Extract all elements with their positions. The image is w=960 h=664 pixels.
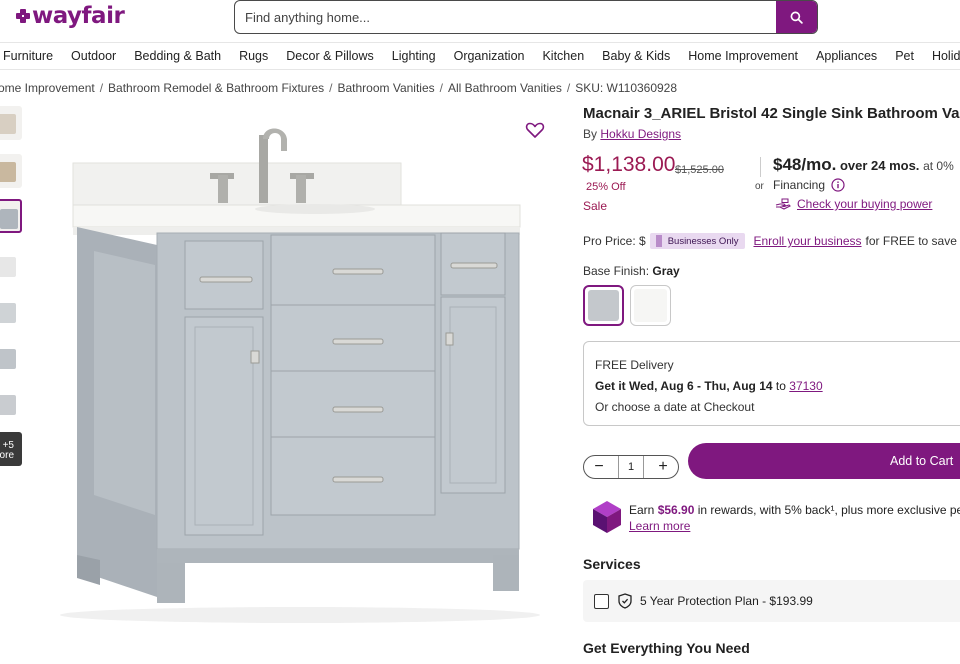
monthly-term: over 24 mos. bbox=[839, 158, 920, 173]
nav-item-baby-kids[interactable]: Baby & Kids bbox=[602, 49, 670, 63]
learn-more-link[interactable]: Learn more bbox=[629, 519, 690, 533]
services-heading: Services bbox=[583, 556, 641, 572]
rewards-rest: in rewards, with 5% back¹, plus more exc… bbox=[697, 503, 960, 517]
protection-plan-label: 5 Year Protection Plan - $193.99 bbox=[640, 594, 813, 608]
monthly-payment: $48/mo. over 24 mos. at 0% bbox=[773, 155, 954, 175]
thumbnail[interactable] bbox=[0, 341, 22, 375]
add-to-cart-label: Add to Cart bbox=[890, 454, 954, 468]
pro-price-line: Pro Price: $ Businesses Only Enroll your… bbox=[583, 233, 960, 249]
sku-label: SKU: W110360928 bbox=[575, 81, 678, 95]
delivery-window: Get it Wed, Aug 6 - Thu, Aug 14 bbox=[595, 379, 773, 393]
brand-line: By Hokku Designs bbox=[583, 127, 681, 141]
swatch-white[interactable] bbox=[630, 285, 671, 326]
product-title: Macnair 3_ARIEL Bristol 42 Single Sink B… bbox=[583, 105, 960, 122]
info-icon[interactable] bbox=[831, 178, 845, 192]
nav-item-appliances[interactable]: Appliances bbox=[816, 49, 877, 63]
quantity-value[interactable]: 1 bbox=[618, 456, 644, 478]
logo-text: wayfair bbox=[32, 3, 125, 29]
zip-code-link[interactable]: 37130 bbox=[789, 379, 822, 393]
more-label: nore bbox=[0, 450, 14, 461]
by-prefix: By bbox=[583, 127, 598, 141]
protection-plan-checkbox[interactable] bbox=[594, 593, 609, 609]
brand-link[interactable]: Hokku Designs bbox=[600, 127, 681, 141]
discount-label: 25% Off bbox=[586, 181, 626, 193]
enroll-business-link[interactable]: Enroll your business bbox=[753, 234, 861, 248]
delivery-to: to bbox=[775, 379, 786, 393]
nav-item-home-improvement[interactable]: Home Improvement bbox=[688, 49, 798, 63]
breadcrumb-bathroom-remodel[interactable]: Bathroom Remodel & Bathroom Fixtures bbox=[108, 81, 324, 95]
thumbnail[interactable] bbox=[0, 295, 22, 329]
add-to-cart-button[interactable]: Add to Cart bbox=[688, 443, 960, 479]
quantity-stepper: − 1 + bbox=[583, 455, 679, 479]
nav-item-rugs[interactable]: Rugs bbox=[239, 49, 268, 63]
search-icon bbox=[790, 11, 803, 24]
finish-label: Base Finish: Gray bbox=[583, 264, 680, 278]
category-nav: Furniture Outdoor Bedding & Bath Rugs De… bbox=[0, 42, 960, 70]
thumbnail[interactable] bbox=[0, 154, 22, 188]
rewards-text: Earn $56.90 in rewards, with 5% back¹, p… bbox=[629, 502, 960, 534]
get-everything-heading: Get Everything You Need bbox=[583, 640, 750, 656]
wayfair-logo[interactable]: wayfair bbox=[16, 3, 125, 29]
badge-text: Businesses Only bbox=[667, 235, 739, 247]
thumbnail[interactable] bbox=[0, 106, 22, 140]
businesses-only-badge: Businesses Only bbox=[649, 233, 746, 249]
rewards-amount: $56.90 bbox=[657, 503, 695, 517]
shield-check-icon bbox=[618, 593, 632, 609]
choose-date-label: Or choose a date at Checkout bbox=[595, 400, 755, 414]
financing-line: Financing bbox=[773, 178, 845, 192]
breadcrumb: ome Improvement / Bathroom Remodel & Bathr… bbox=[0, 81, 678, 95]
buying-power-line: Check your buying power bbox=[775, 197, 932, 211]
thumbnail[interactable] bbox=[0, 249, 22, 283]
free-delivery-label: FREE Delivery bbox=[595, 358, 674, 372]
nav-item-furniture[interactable]: Furniture bbox=[3, 49, 53, 63]
price-divider bbox=[760, 157, 761, 177]
nav-item-lighting[interactable]: Lighting bbox=[392, 49, 436, 63]
thumbnail-active[interactable] bbox=[0, 199, 22, 233]
delivery-dates: Get it Wed, Aug 6 - Thu, Aug 14 to 37130 bbox=[595, 379, 823, 393]
delivery-box: FREE Delivery Get it Wed, Aug 6 - Thu, A… bbox=[583, 341, 960, 426]
wishlist-heart-icon[interactable] bbox=[525, 120, 545, 140]
increase-quantity-button[interactable]: + bbox=[654, 458, 672, 476]
monthly-rate: at 0% bbox=[923, 159, 954, 173]
financing-label: Financing bbox=[773, 178, 826, 192]
nav-item-outdoor[interactable]: Outdoor bbox=[71, 49, 116, 63]
search-button[interactable] bbox=[776, 1, 817, 33]
more-images-button[interactable]: +5nore bbox=[0, 432, 22, 466]
finish-value: Gray bbox=[652, 264, 680, 278]
rewards-cube-icon bbox=[593, 501, 621, 533]
nav-item-organization[interactable]: Organization bbox=[454, 49, 525, 63]
original-price: $1,525.00 bbox=[675, 164, 724, 176]
breadcrumb-home-improvement[interactable]: ome Improvement bbox=[0, 81, 95, 95]
or-label: or bbox=[755, 181, 764, 192]
pro-price-rest: for FREE to save on sel bbox=[865, 234, 960, 248]
breadcrumb-all-vanities[interactable]: All Bathroom Vanities bbox=[448, 81, 562, 95]
hand-money-icon bbox=[775, 198, 791, 210]
check-buying-power-link[interactable]: Check your buying power bbox=[797, 197, 932, 211]
nav-item-holiday[interactable]: Holiday bbox=[932, 49, 960, 63]
finish-label-text: Base Finish: bbox=[583, 264, 650, 278]
protection-plan-option[interactable]: 5 Year Protection Plan - $193.99 bbox=[583, 580, 960, 622]
decrease-quantity-button[interactable]: − bbox=[590, 458, 608, 476]
monthly-amount: $48/mo. bbox=[773, 155, 837, 174]
search-input[interactable] bbox=[235, 1, 776, 33]
nav-item-pet[interactable]: Pet bbox=[895, 49, 914, 63]
breadcrumb-bathroom-vanities[interactable]: Bathroom Vanities bbox=[337, 81, 434, 95]
rewards-earn: Earn bbox=[629, 503, 655, 517]
thumbnail[interactable] bbox=[0, 387, 22, 421]
product-image bbox=[60, 128, 540, 623]
sale-price: $1,138.00 bbox=[582, 153, 676, 176]
nav-item-kitchen[interactable]: Kitchen bbox=[542, 49, 584, 63]
wayfair-logo-icon bbox=[16, 9, 30, 23]
nav-item-decor-pillows[interactable]: Decor & Pillows bbox=[286, 49, 374, 63]
search-bar bbox=[234, 0, 818, 34]
nav-item-bedding-bath[interactable]: Bedding & Bath bbox=[134, 49, 221, 63]
sale-label: Sale bbox=[583, 199, 608, 213]
pro-price-label: Pro Price: $ bbox=[583, 234, 646, 248]
swatch-gray[interactable] bbox=[583, 285, 624, 326]
